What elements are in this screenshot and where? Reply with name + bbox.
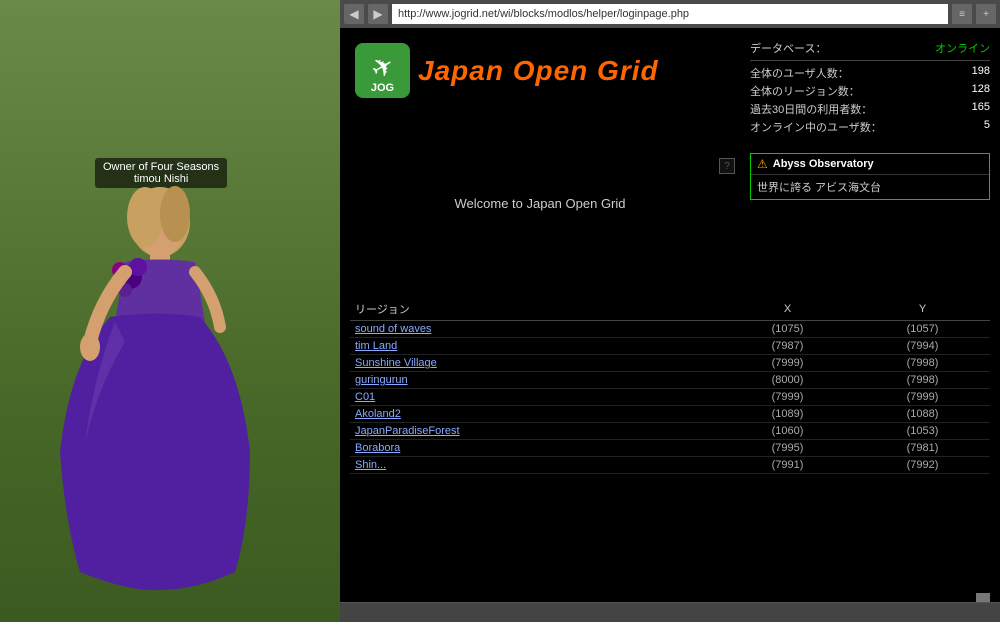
- welcome-section: Welcome to Japan Open Grid: [340, 103, 740, 303]
- stat-row: 全体のユーザ人数： 198: [750, 64, 990, 82]
- scrollbar-thumb[interactable]: [976, 593, 990, 602]
- table-row: tim Land (7987) (7994): [350, 338, 990, 355]
- region-name[interactable]: C01: [350, 389, 720, 406]
- region-name[interactable]: Sunshine Village: [350, 355, 720, 372]
- logo-text: JOG: [371, 82, 394, 94]
- region-name[interactable]: JapanParadiseForest: [350, 423, 720, 440]
- region-x: (7995): [720, 440, 855, 457]
- table-row: sound of waves (1075) (1057): [350, 321, 990, 338]
- table-row: Akoland2 (1089) (1088): [350, 406, 990, 423]
- table-header-row: リージョン X Y: [350, 298, 990, 321]
- region-y: (7981): [855, 440, 990, 457]
- region-x: (7999): [720, 355, 855, 372]
- table-row: Sunshine Village (7999) (7998): [350, 355, 990, 372]
- region-name[interactable]: Borabora: [350, 440, 720, 457]
- browser-toolbar: ◀ ▶ ≡ +: [340, 0, 1000, 28]
- region-table: リージョン X Y sound of waves (1075) (1057) t…: [350, 298, 990, 474]
- notice-box: ⚠ Abyss Observatory 世界に誇る アビス海文台: [750, 153, 990, 200]
- stats-header: データベース： オンライン: [750, 38, 990, 61]
- stat-name: 全体のユーザ人数：: [750, 65, 849, 81]
- region-x: (7999): [720, 389, 855, 406]
- stat-row: 全体のリージョン数： 128: [750, 82, 990, 100]
- login-page: ✈ JOG Japan Open Grid データベース： オンライン 全体のユ…: [340, 28, 1000, 602]
- col-region: リージョン: [350, 298, 720, 321]
- image-placeholder: ?: [719, 158, 735, 174]
- region-name[interactable]: sound of waves: [350, 321, 720, 338]
- stat-value: 128: [972, 83, 990, 99]
- region-name[interactable]: Akoland2: [350, 406, 720, 423]
- region-y: (1057): [855, 321, 990, 338]
- stat-name: オンライン中のユーザ数：: [750, 119, 882, 135]
- region-x: (7987): [720, 338, 855, 355]
- status-bar: [340, 602, 1000, 622]
- stat-value: 5: [984, 119, 990, 135]
- browser-content: ✈ JOG Japan Open Grid データベース： オンライン 全体のユ…: [340, 28, 1000, 602]
- table-row: guringurun (8000) (7998): [350, 372, 990, 389]
- browser-window: ◀ ▶ ≡ + ✈ JOG Japan Open Grid データベース： オン…: [340, 0, 1000, 622]
- region-name[interactable]: tim Land: [350, 338, 720, 355]
- region-x: (8000): [720, 372, 855, 389]
- stats-online: オンライン: [935, 40, 990, 56]
- table-row: Shin... (7991) (7992): [350, 457, 990, 474]
- welcome-text: Welcome to Japan Open Grid: [454, 196, 625, 211]
- region-x: (1089): [720, 406, 855, 423]
- region-y: (1053): [855, 423, 990, 440]
- stat-name: 過去30日間の利用者数：: [750, 101, 872, 117]
- stat-row: オンライン中のユーザ数： 5: [750, 118, 990, 136]
- region-x: (1060): [720, 423, 855, 440]
- region-x: (7991): [720, 457, 855, 474]
- back-button[interactable]: ◀: [344, 4, 364, 24]
- region-y: (7994): [855, 338, 990, 355]
- region-table-wrapper: リージョン X Y sound of waves (1075) (1057) t…: [340, 298, 1000, 602]
- stats-rows: 全体のユーザ人数： 198 全体のリージョン数： 128 過去30日間の利用者数： 165…: [750, 64, 990, 136]
- region-name[interactable]: guringurun: [350, 372, 720, 389]
- col-y: Y: [855, 298, 990, 321]
- stats-panel: データベース： オンライン 全体のユーザ人数：198全体のリージョン数：128過…: [750, 38, 990, 136]
- table-row: Borabora (7995) (7981): [350, 440, 990, 457]
- menu-button[interactable]: ≡: [952, 4, 972, 24]
- region-y: (7992): [855, 457, 990, 474]
- logo-plane-icon: ✈: [365, 49, 399, 87]
- site-title: Japan Open Grid: [418, 55, 659, 87]
- stat-name: 全体のリージョン数：: [750, 83, 860, 99]
- region-y: (1088): [855, 406, 990, 423]
- warning-icon: ⚠: [757, 157, 768, 171]
- stat-value: 198: [972, 65, 990, 81]
- region-table-body: sound of waves (1075) (1057) tim Land (7…: [350, 321, 990, 474]
- region-y: (7998): [855, 372, 990, 389]
- region-y: (7998): [855, 355, 990, 372]
- character-figure: [50, 142, 270, 592]
- col-x: X: [720, 298, 855, 321]
- table-row: JapanParadiseForest (1060) (1053): [350, 423, 990, 440]
- address-bar[interactable]: [392, 4, 948, 24]
- forward-button[interactable]: ▶: [368, 4, 388, 24]
- region-y: (7999): [855, 389, 990, 406]
- newtab-button[interactable]: +: [976, 4, 996, 24]
- stat-row: 過去30日間の利用者数： 165: [750, 100, 990, 118]
- stats-label: データベース：: [750, 40, 826, 56]
- region-name[interactable]: Shin...: [350, 457, 720, 474]
- table-row: C01 (7999) (7999): [350, 389, 990, 406]
- logo-box: ✈ JOG: [355, 43, 410, 98]
- notice-body: 世界に誇る アビス海文台: [751, 175, 989, 199]
- notice-title: Abyss Observatory: [773, 158, 874, 170]
- notice-header: ⚠ Abyss Observatory: [751, 154, 989, 175]
- region-section: リージョン X Y sound of waves (1075) (1057) t…: [340, 298, 1000, 602]
- region-x: (1075): [720, 321, 855, 338]
- stat-value: 165: [972, 101, 990, 117]
